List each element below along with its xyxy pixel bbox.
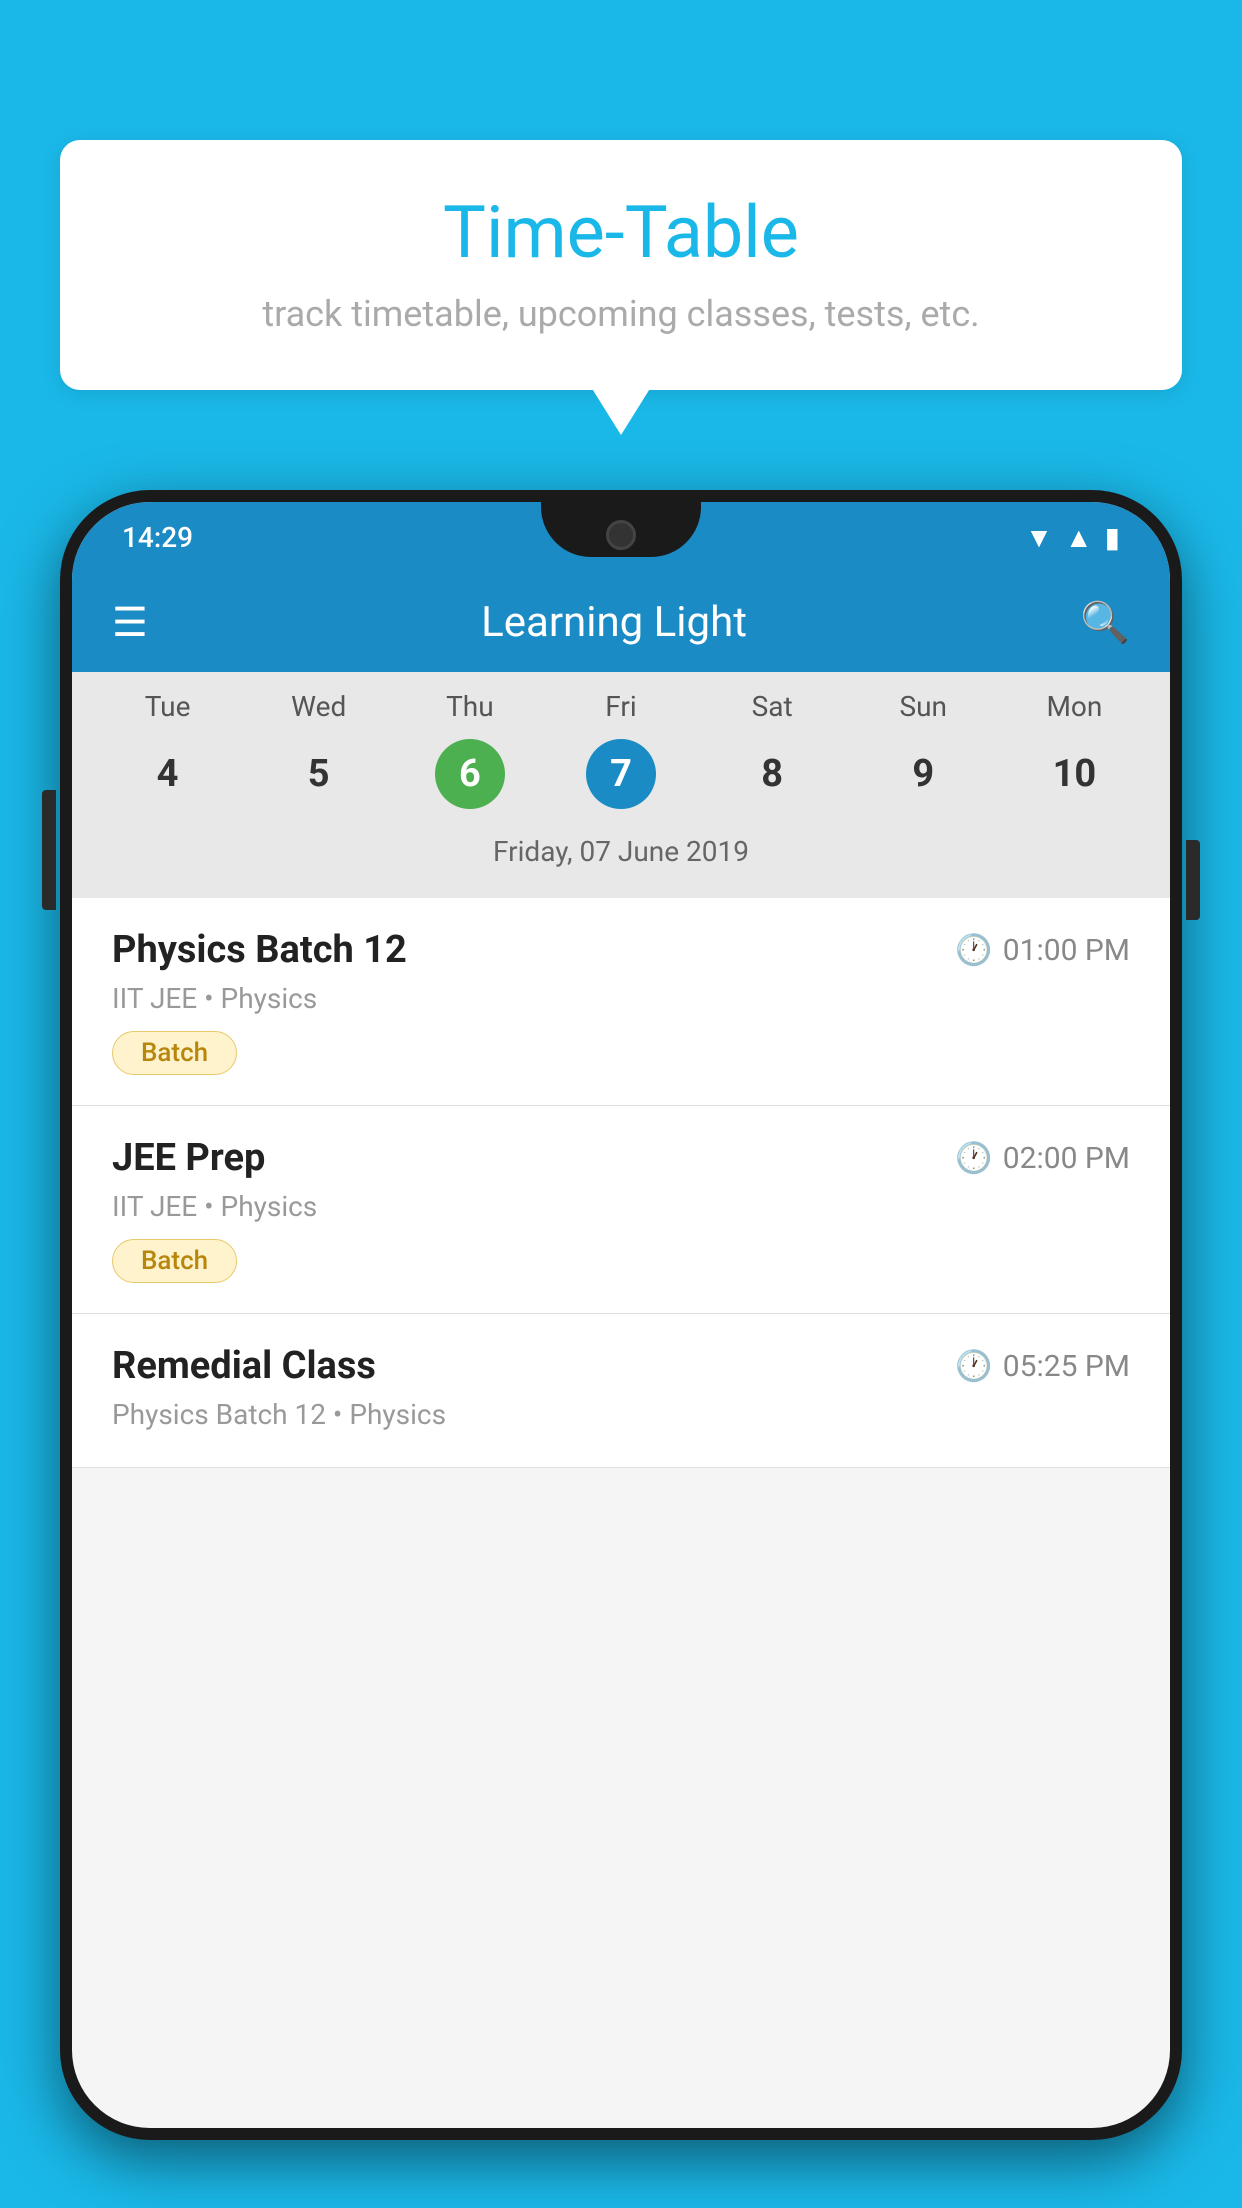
date-col-1[interactable]: 5 <box>243 739 394 809</box>
status-time: 14:29 <box>122 521 193 554</box>
date-8[interactable]: 8 <box>737 739 807 809</box>
weekday-col-5: Sun <box>848 690 999 723</box>
battery-icon: ▮ <box>1105 521 1120 554</box>
weekdays-row: Tue Wed Thu Fri Sat Sun <box>72 672 1170 731</box>
schedule-item-2[interactable]: Remedial Class 🕐 05:25 PM Physics Batch … <box>72 1314 1170 1468</box>
tooltip-subtitle: track timetable, upcoming classes, tests… <box>120 293 1122 335</box>
date-9[interactable]: 9 <box>888 739 958 809</box>
date-col-0[interactable]: 4 <box>92 739 243 809</box>
schedule-item-1-sub: IIT JEE • Physics <box>112 1190 1130 1223</box>
signal-icon: ▲ <box>1065 521 1093 554</box>
date-col-3[interactable]: 7 <box>545 739 696 809</box>
weekday-col-3: Fri <box>545 690 696 723</box>
selected-date-label: Friday, 07 June 2019 <box>72 827 1170 886</box>
tooltip-title: Time-Table <box>120 190 1122 275</box>
schedule-item-0-sub: IIT JEE • Physics <box>112 982 1130 1015</box>
phone-outer: 14:29 ▼ ▲ ▮ ☰ Learning Light 🔍 Tue <box>60 490 1182 2140</box>
weekday-col-4: Sat <box>697 690 848 723</box>
schedule-item-2-title: Remedial Class <box>112 1344 376 1388</box>
weekday-col-2: Thu <box>394 690 545 723</box>
schedule-item-1-title: JEE Prep <box>112 1136 265 1180</box>
date-col-6[interactable]: 10 <box>999 739 1150 809</box>
app-bar: ☰ Learning Light 🔍 <box>72 572 1170 672</box>
date-col-2[interactable]: 6 <box>394 739 545 809</box>
schedule-item-1-badge: Batch <box>112 1239 237 1283</box>
date-col-5[interactable]: 9 <box>848 739 999 809</box>
search-icon[interactable]: 🔍 <box>1080 599 1130 646</box>
notch <box>541 502 701 557</box>
tooltip-bubble: Time-Table track timetable, upcoming cla… <box>60 140 1182 390</box>
date-6-today[interactable]: 6 <box>435 739 505 809</box>
schedule-item-2-time: 🕐 05:25 PM <box>955 1349 1130 1384</box>
date-col-4[interactable]: 8 <box>697 739 848 809</box>
clock-icon-2: 🕐 <box>955 1349 992 1384</box>
schedule-item-1[interactable]: JEE Prep 🕐 02:00 PM IIT JEE • Physics Ba… <box>72 1106 1170 1314</box>
schedule-list: Physics Batch 12 🕐 01:00 PM IIT JEE • Ph… <box>72 898 1170 1468</box>
schedule-item-0-header: Physics Batch 12 🕐 01:00 PM <box>112 928 1130 972</box>
schedule-item-0-time: 🕐 01:00 PM <box>955 933 1130 968</box>
date-4[interactable]: 4 <box>133 739 203 809</box>
schedule-item-0[interactable]: Physics Batch 12 🕐 01:00 PM IIT JEE • Ph… <box>72 898 1170 1106</box>
clock-icon-0: 🕐 <box>955 933 992 968</box>
schedule-item-0-badge: Batch <box>112 1031 237 1075</box>
schedule-item-1-time: 🕐 02:00 PM <box>955 1141 1130 1176</box>
clock-icon-1: 🕐 <box>955 1141 992 1176</box>
schedule-item-2-sub: Physics Batch 12 • Physics <box>112 1398 1130 1431</box>
tooltip-container: Time-Table track timetable, upcoming cla… <box>60 140 1182 390</box>
phone-screen: 14:29 ▼ ▲ ▮ ☰ Learning Light 🔍 Tue <box>72 502 1170 2128</box>
phone-wrapper: 14:29 ▼ ▲ ▮ ☰ Learning Light 🔍 Tue <box>60 490 1182 2208</box>
schedule-item-2-header: Remedial Class 🕐 05:25 PM <box>112 1344 1130 1388</box>
wifi-icon: ▼ <box>1025 521 1053 554</box>
camera <box>606 520 636 550</box>
weekday-col-6: Mon <box>999 690 1150 723</box>
schedule-item-0-title: Physics Batch 12 <box>112 928 407 972</box>
calendar-section: Tue Wed Thu Fri Sat Sun <box>72 672 1170 898</box>
dates-row: 4 5 6 7 8 9 <box>72 731 1170 827</box>
date-10[interactable]: 10 <box>1039 739 1109 809</box>
weekday-col-0: Tue <box>92 690 243 723</box>
app-title: Learning Light <box>178 598 1050 647</box>
date-7-selected[interactable]: 7 <box>586 739 656 809</box>
status-icons: ▼ ▲ ▮ <box>1025 521 1120 554</box>
schedule-item-1-header: JEE Prep 🕐 02:00 PM <box>112 1136 1130 1180</box>
weekday-col-1: Wed <box>243 690 394 723</box>
hamburger-icon[interactable]: ☰ <box>112 599 148 646</box>
date-5[interactable]: 5 <box>284 739 354 809</box>
